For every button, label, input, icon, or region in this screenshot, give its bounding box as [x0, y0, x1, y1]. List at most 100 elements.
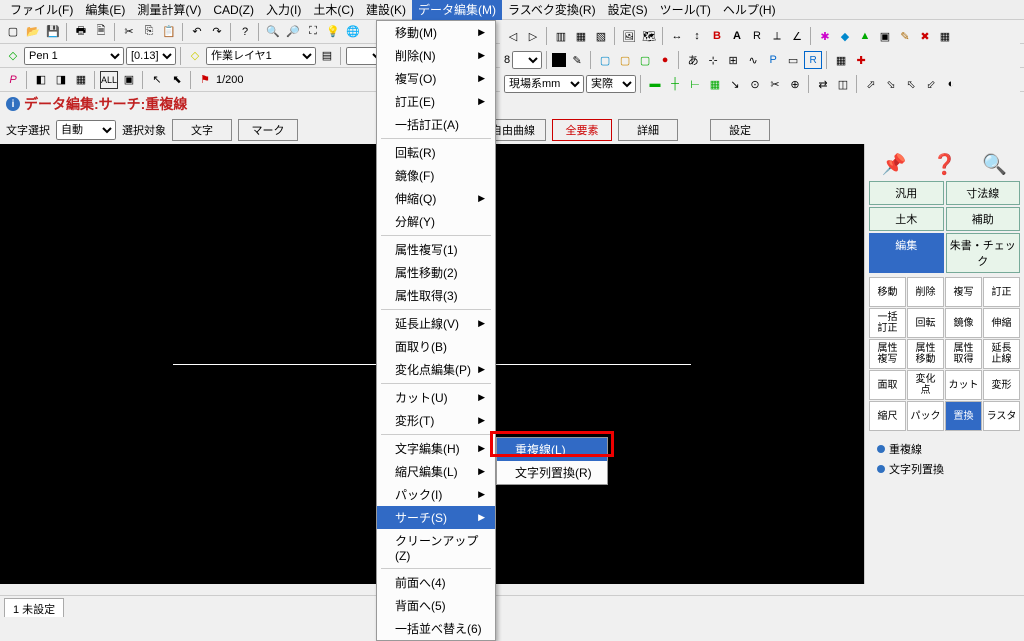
ditem-削除(N)[interactable]: 削除(N)▶ [377, 44, 495, 67]
ditem-一括並べ替え(6)[interactable]: 一括並べ替え(6) [377, 617, 495, 640]
ditem-変形(T)[interactable]: 変形(T)▶ [377, 409, 495, 432]
ln6-icon[interactable]: ⊙ [746, 75, 764, 93]
data-edit-dropdown[interactable]: 移動(M)▶削除(N)▶複写(O)▶訂正(E)▶一括訂正(A)回転(R)鏡像(F… [376, 20, 496, 641]
menu-測量計算(V)[interactable]: 測量計算(V) [131, 0, 207, 20]
rp-cell-12[interactable]: 面取 [869, 370, 906, 400]
zoom-out-icon[interactable]: 🔎 [284, 23, 302, 41]
ditem-文字編集(H)[interactable]: 文字編集(H)▶ [377, 437, 495, 460]
snap4-icon[interactable]: ▭ [784, 51, 802, 69]
rp-cell-10[interactable]: 属性 取得 [945, 339, 982, 369]
ditem-属性移動(2)[interactable]: 属性移動(2) [377, 261, 495, 284]
undo-icon[interactable]: ↶ [188, 23, 206, 41]
redo-icon[interactable]: ↷ [208, 23, 226, 41]
save-icon[interactable]: 💾 [44, 23, 62, 41]
ditem-分解(Y)[interactable]: 分解(Y) [377, 210, 495, 233]
menu-ファイル(F)[interactable]: ファイル(F) [4, 0, 79, 20]
ln1-icon[interactable]: ▬ [646, 75, 664, 93]
ln3-icon[interactable]: ⊢ [686, 75, 704, 93]
globe-icon[interactable]: 🌐 [344, 23, 362, 41]
ln7-icon[interactable]: ✂ [766, 75, 784, 93]
rp-cell-16[interactable]: 縮尺 [869, 401, 906, 431]
sq1-icon[interactable]: ▢ [596, 51, 614, 69]
menu-CAD(Z)[interactable]: CAD(Z) [207, 1, 260, 19]
rp-sub-重複線[interactable]: 重複線 [877, 439, 1020, 459]
ditem-縮尺編集(L)[interactable]: 縮尺編集(L)▶ [377, 460, 495, 483]
all-icon[interactable]: ALL [100, 71, 118, 89]
menu-建設(K)[interactable]: 建設(K) [360, 0, 412, 20]
zoom-fit-icon[interactable]: ⛶ [304, 23, 322, 41]
arrow2-icon[interactable]: ⬉ [168, 71, 186, 89]
help-icon[interactable]: ? [236, 23, 254, 41]
rp-cell-8[interactable]: 属性 複写 [869, 339, 906, 369]
sel-8[interactable] [512, 51, 542, 69]
menu-ヘルプ(H)[interactable]: ヘルプ(H) [717, 0, 782, 20]
rp-tab-編集[interactable]: 編集 [869, 233, 944, 273]
ditem-クリーンアップ(Z)[interactable]: クリーンアップ(Z) [377, 529, 495, 566]
misc5-icon[interactable]: ✎ [896, 27, 914, 45]
ditem-複写(O)[interactable]: 複写(O)▶ [377, 67, 495, 90]
btn-detail[interactable]: 詳細 [618, 119, 678, 141]
mode-select[interactable]: 実際 [586, 75, 636, 93]
arrow-icon[interactable]: ↖ [148, 71, 166, 89]
dim2-icon[interactable]: ↕ [688, 27, 706, 45]
ditem-背面へ(5)[interactable]: 背面へ(5) [377, 594, 495, 617]
ditem-パック(I)[interactable]: パック(I)▶ [377, 483, 495, 506]
rp-cell-14[interactable]: カット [945, 370, 982, 400]
sub-文字列置換(R)[interactable]: 文字列置換(R) [497, 461, 607, 484]
end2-icon[interactable]: ⬂ [882, 75, 900, 93]
snap-r-icon[interactable]: R [804, 51, 822, 69]
tool-b-icon[interactable]: ◨ [52, 71, 70, 89]
menu-ツール(T)[interactable]: ツール(T) [654, 0, 717, 20]
layer2-icon[interactable]: ◇ [186, 47, 204, 65]
rp-cell-2[interactable]: 複写 [945, 277, 982, 307]
snap3-icon[interactable]: ∿ [744, 51, 762, 69]
bulb-icon[interactable]: 💡 [324, 23, 342, 41]
img-icon[interactable]: 🖼 [620, 27, 638, 45]
help2-icon[interactable]: ❓ [932, 152, 957, 177]
menu-ラスベク変換(R)[interactable]: ラスベク変換(R) [502, 0, 602, 20]
nav-next-icon[interactable]: ▷ [524, 27, 542, 45]
flag-icon[interactable]: ⚑ [196, 71, 214, 89]
rp-tab-寸法線[interactable]: 寸法線 [946, 181, 1021, 205]
misc1-icon[interactable]: ✱ [816, 27, 834, 45]
ditem-訂正(E)[interactable]: 訂正(E)▶ [377, 90, 495, 113]
rp-cell-13[interactable]: 変化 点 [907, 370, 944, 400]
layer-select[interactable]: 作業レイヤ1 [206, 47, 316, 65]
ditem-伸縮(Q)[interactable]: 伸縮(Q)▶ [377, 187, 495, 210]
misc2-icon[interactable]: ◆ [836, 27, 854, 45]
text-r-icon[interactable]: R [748, 27, 766, 45]
ln2-icon[interactable]: ┼ [666, 75, 684, 93]
open-icon[interactable]: 📂 [24, 23, 42, 41]
new-icon[interactable]: ▢ [4, 23, 22, 41]
plus-icon[interactable]: ✚ [852, 51, 870, 69]
btn-settings[interactable]: 設定 [710, 119, 770, 141]
ln4-icon[interactable]: ▦ [706, 75, 724, 93]
ditem-カット(U)[interactable]: カット(U)▶ [377, 386, 495, 409]
end1-icon[interactable]: ⬀ [862, 75, 880, 93]
rp-tab-朱書・チェック[interactable]: 朱書・チェック [946, 233, 1021, 273]
sq2-icon[interactable]: ▢ [616, 51, 634, 69]
tool-a-icon[interactable]: ◧ [32, 71, 50, 89]
end3-icon[interactable]: ⬁ [902, 75, 920, 93]
cut-icon[interactable]: ✂ [120, 23, 138, 41]
snap1-icon[interactable]: ⊹ [704, 51, 722, 69]
ditem-属性取得(3)[interactable]: 属性取得(3) [377, 284, 495, 307]
misc7-icon[interactable]: ▦ [936, 27, 954, 45]
ln8-icon[interactable]: ⊕ [786, 75, 804, 93]
search-icon[interactable]: 🔍 [982, 152, 1007, 177]
edit1-icon[interactable]: ⇄ [814, 75, 832, 93]
zoom-in-icon[interactable]: 🔍 [264, 23, 282, 41]
win1-icon[interactable]: ▥ [552, 27, 570, 45]
print-icon[interactable]: 🖶 [72, 23, 90, 41]
text-b-icon[interactable]: B [708, 27, 726, 45]
menu-設定(S)[interactable]: 設定(S) [602, 0, 654, 20]
rp-cell-19[interactable]: ラスタ [983, 401, 1020, 431]
end5-icon[interactable]: ◐ [942, 75, 960, 93]
btn-moji[interactable]: 文字 [172, 119, 232, 141]
pen-size-select[interactable]: [0.13] [126, 47, 176, 65]
menu-入力(I)[interactable]: 入力(I) [260, 0, 307, 20]
rp-cell-7[interactable]: 伸縮 [983, 308, 1020, 338]
menu-編集(E)[interactable]: 編集(E) [79, 0, 131, 20]
p-icon[interactable]: P [4, 71, 22, 89]
search-submenu[interactable]: 重複線(L)文字列置換(R) [496, 437, 608, 485]
